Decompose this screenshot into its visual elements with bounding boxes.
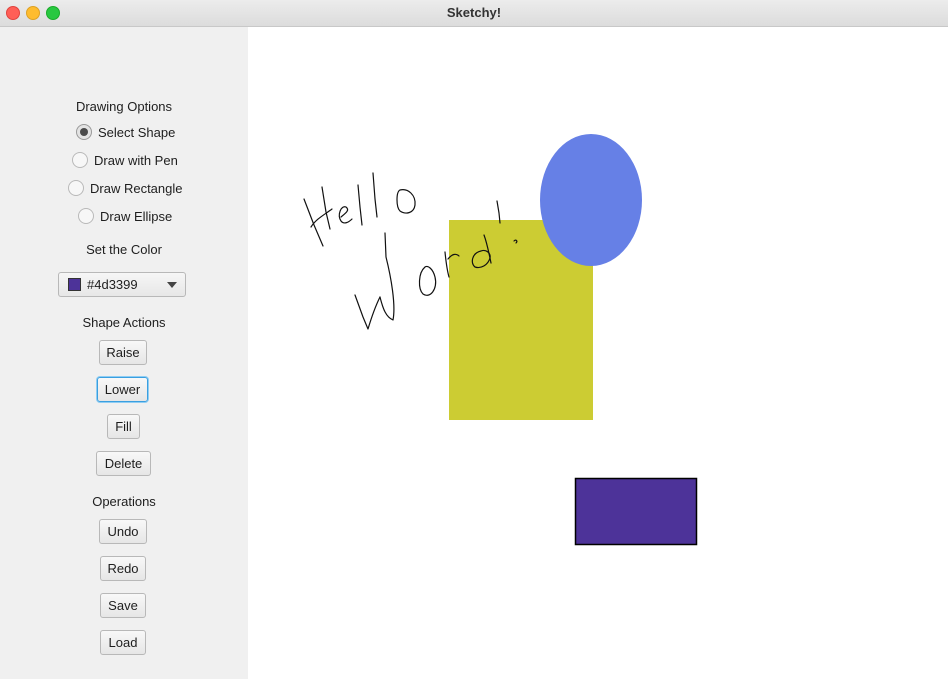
set-color-label: Set the Color bbox=[86, 242, 162, 257]
radio-unselected-icon bbox=[72, 152, 88, 168]
radio-label: Draw Rectangle bbox=[90, 180, 183, 196]
color-swatch bbox=[68, 278, 81, 291]
radio-selected-icon bbox=[76, 124, 92, 140]
purple-rectangle-shape[interactable] bbox=[574, 477, 698, 546]
radio-draw-ellipse[interactable]: Draw Ellipse bbox=[78, 208, 172, 224]
raise-button[interactable]: Raise bbox=[99, 340, 147, 365]
radio-draw-rectangle[interactable]: Draw Rectangle bbox=[68, 180, 183, 196]
color-picker[interactable]: #4d3399 bbox=[58, 272, 186, 297]
radio-label: Select Shape bbox=[98, 124, 176, 140]
canvas-svg bbox=[303, 134, 698, 546]
radio-label: Draw with Pen bbox=[94, 152, 178, 168]
save-button[interactable]: Save bbox=[100, 593, 146, 618]
operations-label: Operations bbox=[92, 494, 156, 509]
sidebar: Drawing Options Select Shape Draw with P… bbox=[0, 27, 248, 679]
window-title: Sketchy! bbox=[446, 5, 502, 20]
radio-unselected-icon bbox=[78, 208, 94, 224]
load-button[interactable]: Load bbox=[100, 630, 146, 655]
color-value: #4d3399 bbox=[87, 277, 138, 292]
lower-button[interactable]: Lower bbox=[97, 377, 148, 402]
drawing-options-label: Drawing Options bbox=[75, 99, 173, 114]
shape-actions-label: Shape Actions bbox=[82, 315, 166, 330]
radio-label: Draw Ellipse bbox=[100, 208, 173, 224]
drawing-canvas[interactable] bbox=[248, 27, 948, 679]
chevron-down-icon bbox=[167, 282, 177, 288]
radio-unselected-icon bbox=[68, 180, 84, 196]
radio-select-shape[interactable]: Select Shape bbox=[76, 124, 175, 140]
fill-button[interactable]: Fill bbox=[107, 414, 140, 439]
delete-button[interactable]: Delete bbox=[96, 451, 151, 476]
blue-ellipse-shape[interactable] bbox=[540, 134, 642, 266]
radio-draw-with-pen[interactable]: Draw with Pen bbox=[72, 152, 178, 168]
redo-button[interactable]: Redo bbox=[100, 556, 146, 581]
title-bar: Sketchy! bbox=[0, 0, 948, 27]
undo-button[interactable]: Undo bbox=[99, 519, 147, 544]
